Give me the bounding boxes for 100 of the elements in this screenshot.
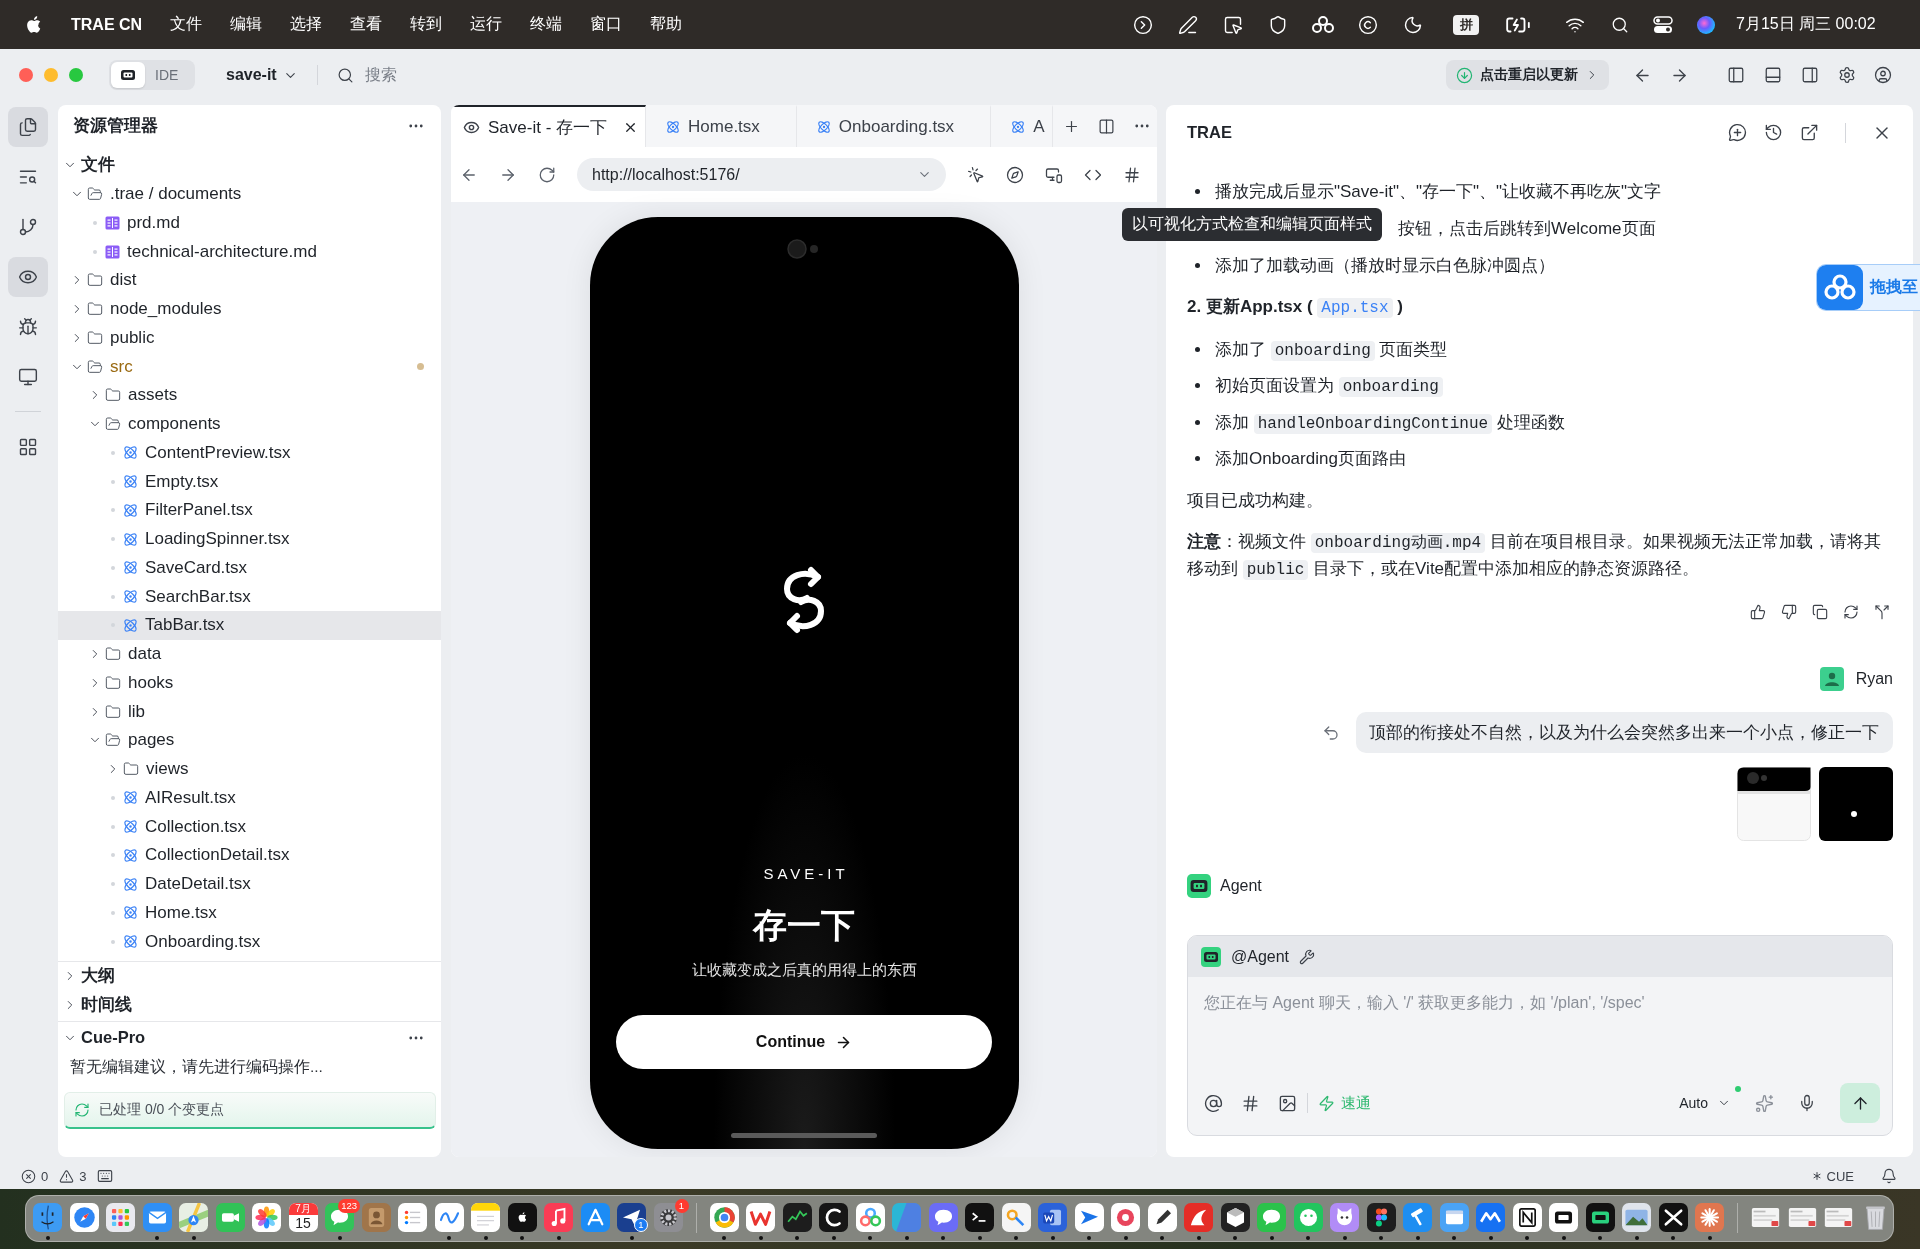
microphone-icon[interactable] <box>1798 1094 1816 1112</box>
copy-icon[interactable] <box>1812 604 1828 621</box>
person-card-icon[interactable] <box>361 1203 391 1232</box>
sparkle-icon[interactable] <box>1695 1203 1724 1232</box>
music-note-icon[interactable] <box>544 1203 573 1232</box>
open-external-icon[interactable] <box>1800 123 1819 142</box>
map-icon[interactable] <box>179 1203 208 1232</box>
gradient-tile-icon[interactable] <box>892 1203 921 1232</box>
tree-item[interactable]: AIResult.tsx <box>58 783 441 813</box>
menu-item[interactable]: 选择 <box>290 14 323 35</box>
tree-item[interactable]: Empty.tsx <box>58 467 441 496</box>
grid-icon[interactable] <box>106 1203 135 1232</box>
document-icon[interactable] <box>1038 1203 1067 1232</box>
tree-item[interactable]: components <box>58 409 441 439</box>
menu-item[interactable]: 窗口 <box>590 14 623 35</box>
photo-icon[interactable] <box>1622 1203 1651 1232</box>
pen-icon[interactable] <box>1178 14 1198 35</box>
tree-item[interactable]: technical-architecture.md <box>58 237 441 266</box>
cat-icon[interactable] <box>1330 1203 1359 1232</box>
face-icon[interactable] <box>33 1203 62 1232</box>
tree-item[interactable]: ContentPreview.tsx <box>58 438 441 468</box>
flower-icon[interactable] <box>252 1203 281 1232</box>
tree-item[interactable]: hooks <box>58 668 441 698</box>
thumbs-down-icon[interactable] <box>1781 604 1797 621</box>
sparkle-icon[interactable] <box>1755 1093 1774 1113</box>
send-button[interactable] <box>1840 1083 1880 1123</box>
peaks-icon[interactable] <box>1476 1203 1505 1232</box>
editor-tab[interactable]: Onboarding.tsx <box>796 105 992 147</box>
tree-item[interactable]: FilterPanel.tsx <box>58 496 441 525</box>
clock[interactable]: 7月15日 周三 00:02 <box>1736 14 1898 35</box>
apple-icon[interactable] <box>25 14 43 35</box>
tree-item[interactable]: pages <box>58 726 441 755</box>
a-shape-icon[interactable] <box>580 1203 610 1232</box>
cursor-square-icon[interactable] <box>1223 14 1243 35</box>
mode-switch[interactable]: IDE <box>109 60 195 90</box>
tree-item[interactable]: TabBar.tsx <box>58 611 441 640</box>
menu-item[interactable]: 文件 <box>170 14 203 35</box>
update-button[interactable]: 点击重启以更新 <box>1446 60 1609 90</box>
hash-icon[interactable] <box>1123 165 1141 184</box>
orb-icon[interactable] <box>1696 14 1716 35</box>
warning-icon[interactable] <box>59 1168 75 1184</box>
notepad-icon[interactable] <box>471 1203 500 1232</box>
search-icon[interactable] <box>1611 15 1629 34</box>
search-field[interactable]: 搜索 <box>336 60 405 90</box>
tree-item[interactable]: node_modules <box>58 294 441 324</box>
continue-button[interactable]: Continue <box>616 1015 992 1069</box>
tree-item[interactable]: data <box>58 639 441 669</box>
right-panel-icon[interactable] <box>1801 66 1819 84</box>
tree-item[interactable]: dist <box>58 266 441 295</box>
pointer-icon[interactable] <box>967 165 985 184</box>
robot-face-icon[interactable] <box>1585 1203 1615 1232</box>
chart-icon[interactable] <box>782 1203 812 1232</box>
toggles-icon[interactable] <box>1653 15 1673 34</box>
menu-item[interactable]: 查看 <box>350 14 383 35</box>
address-field[interactable]: http://localhost:5176/ <box>577 158 946 191</box>
drop-widget[interactable]: 拖拽至 <box>1816 264 1920 311</box>
section-header[interactable]: 大纲 <box>58 962 441 991</box>
arc-icon[interactable] <box>819 1203 848 1232</box>
robot-face-icon[interactable] <box>1549 1203 1578 1232</box>
window-icon[interactable] <box>1439 1203 1469 1232</box>
n-shape-icon[interactable] <box>1512 1203 1542 1232</box>
refresh-icon[interactable] <box>1843 604 1859 621</box>
video-camera-icon[interactable] <box>215 1203 245 1232</box>
app-name[interactable]: TRAE CN <box>71 15 143 34</box>
keyboard-icon[interactable] <box>97 1168 114 1184</box>
list-icon[interactable] <box>398 1203 427 1232</box>
tree-item[interactable]: lib <box>58 697 441 726</box>
cube-icon[interactable] <box>1220 1203 1250 1232</box>
undo-icon[interactable] <box>1322 723 1340 742</box>
account-icon[interactable] <box>1874 66 1892 84</box>
zigzag-icon[interactable] <box>746 1203 775 1232</box>
tree-item[interactable]: DateDetail.tsx <box>58 869 441 899</box>
close-window-icon[interactable] <box>19 68 33 82</box>
tree-item[interactable]: prd.md <box>58 208 441 238</box>
history-icon[interactable] <box>1764 123 1783 142</box>
tree-item[interactable]: assets <box>58 381 441 410</box>
hammer-icon[interactable] <box>1403 1203 1432 1232</box>
c-circle-icon[interactable] <box>1358 14 1378 35</box>
face-icon[interactable] <box>1293 1203 1323 1232</box>
tree-item[interactable]: views <box>58 754 441 784</box>
editor-tab[interactable]: A <box>991 105 1054 147</box>
project-selector[interactable]: save-it <box>226 66 298 84</box>
arrowhead-icon[interactable] <box>1074 1203 1104 1232</box>
editor-tab[interactable]: Home.tsx <box>646 105 797 147</box>
terminal-icon[interactable] <box>965 1203 994 1232</box>
warning-count[interactable]: 3 <box>79 1168 87 1184</box>
tree-item[interactable]: public <box>58 323 441 353</box>
explorer-tab[interactable] <box>8 107 48 147</box>
menu-item[interactable]: 帮助 <box>650 14 683 35</box>
branch-icon[interactable] <box>1874 604 1890 621</box>
apple-icon[interactable] <box>507 1203 537 1232</box>
bell-icon[interactable] <box>1881 1168 1897 1184</box>
ring-icon[interactable] <box>709 1203 739 1232</box>
app-icon[interactable] <box>1658 1203 1688 1232</box>
error-count[interactable]: 0 <box>41 1168 49 1184</box>
bottom-panel-icon[interactable] <box>1764 66 1782 84</box>
tree-item[interactable]: Onboarding.tsx <box>58 927 441 956</box>
moon-icon[interactable] <box>1403 14 1423 35</box>
chat-icon[interactable] <box>928 1203 958 1232</box>
tree-item[interactable]: .trae / documents <box>58 179 441 209</box>
